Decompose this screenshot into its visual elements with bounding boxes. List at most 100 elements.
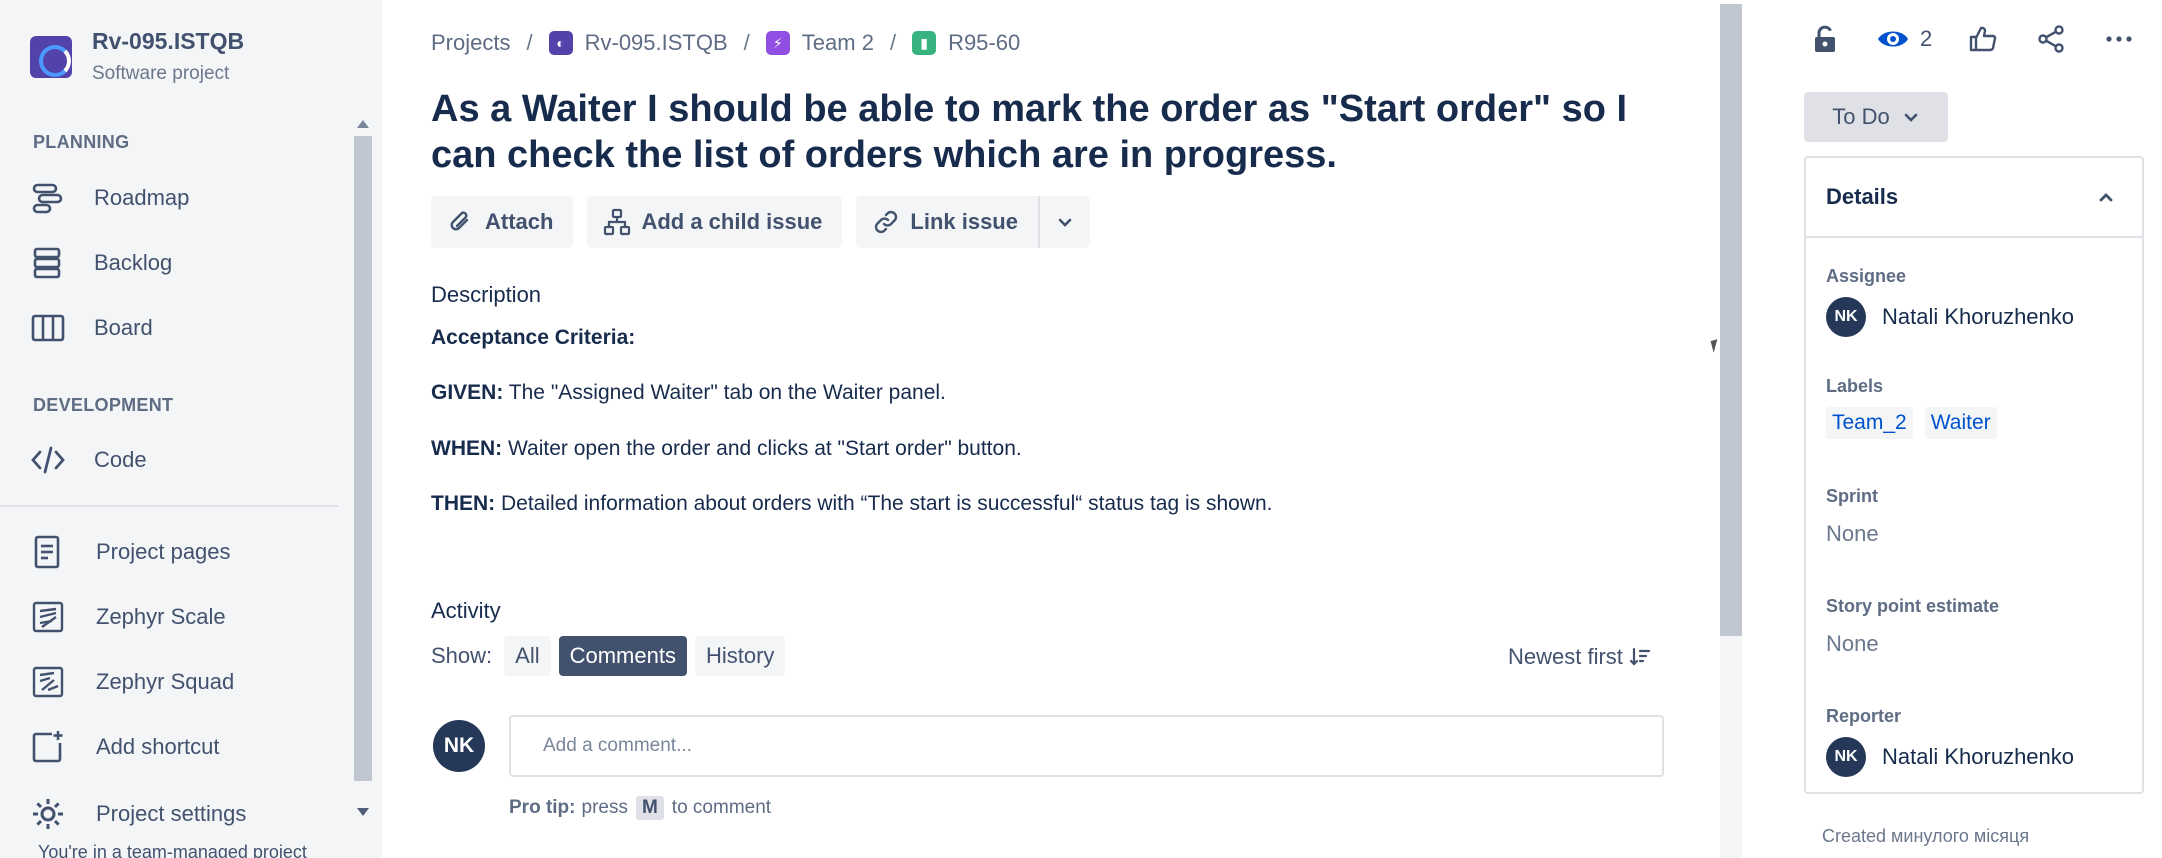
sprint-label: Sprint [1826, 486, 1878, 506]
assignee-label: Assignee [1826, 266, 1907, 286]
sprint-value: None [1826, 521, 1879, 546]
sidebar-item-project-settings[interactable]: Project settings [30, 796, 246, 832]
project-sidebar: Rv-095.ISTQB Software project PLANNING R… [0, 0, 382, 858]
description-given-line[interactable]: GIVEN: The "Assigned Waiter" tab on the … [431, 381, 946, 405]
chevron-down-icon [1058, 218, 1072, 227]
zephyr-scale-icon [32, 601, 64, 633]
sidebar-scrollbar[interactable] [352, 112, 374, 824]
sort-label: Newest first [1508, 644, 1623, 669]
status-dropdown[interactable]: To Do [1804, 92, 1948, 142]
vote-button[interactable] [1966, 22, 2000, 56]
story-icon: ▮ [912, 31, 937, 55]
attach-label: Attach [485, 209, 554, 234]
activity-heading: Activity [431, 598, 501, 623]
sidebar-item-label: Backlog [94, 250, 173, 275]
chevron-down-icon [1904, 113, 1918, 122]
created-timestamp: Created минулого місяця [1822, 826, 2030, 846]
breadcrumb-epic[interactable]: Team 2 [802, 30, 874, 56]
comment-input[interactable]: Add a comment... [509, 715, 1664, 777]
issue-title[interactable]: As a Waiter I should be able to mark the… [431, 86, 1691, 178]
project-header[interactable]: Rv-095.ISTQB Software project [30, 28, 244, 85]
child-issue-icon [604, 208, 631, 236]
sprint-field[interactable]: Sprint None [1826, 486, 1879, 547]
add-child-issue-button[interactable]: Add a child issue [587, 196, 843, 248]
sidebar-item-backlog[interactable]: Backlog [30, 245, 172, 281]
avatar: NK [433, 720, 485, 772]
link-issue-label: Link issue [910, 209, 1018, 234]
attach-button[interactable]: Attach [431, 196, 574, 248]
show-label: Show: [431, 643, 493, 668]
watch-button[interactable]: 2 [1876, 22, 1932, 56]
breadcrumb-separator: / [526, 30, 533, 55]
link-issue-button[interactable]: Link issue [856, 196, 1038, 248]
labels-field[interactable]: Labels Team_2 Waiter [1826, 376, 2009, 439]
sidebar-item-board[interactable]: Board [30, 310, 153, 346]
breadcrumb-project[interactable]: Rv-095.ISTQB [585, 30, 728, 56]
sidebar-item-label: Board [94, 315, 153, 340]
sort-order-button[interactable]: Newest first [1508, 644, 1651, 670]
scroll-down-arrow-icon[interactable] [357, 808, 369, 816]
sidebar-item-zephyr-squad[interactable]: Zephyr Squad [30, 664, 234, 700]
project-avatar-icon [30, 36, 72, 78]
filter-all-button[interactable]: All [504, 636, 551, 676]
restrictions-button[interactable] [1808, 22, 1842, 56]
pro-tip-label: Pro tip: [509, 797, 576, 818]
sidebar-item-code[interactable]: Code [30, 442, 147, 478]
sidebar-item-zephyr-scale[interactable]: Zephyr Scale [30, 599, 226, 635]
board-icon [31, 314, 65, 342]
pro-tip-press: press [581, 797, 628, 818]
add-shortcut-icon [32, 731, 63, 763]
main-scroll-thumb[interactable] [1720, 4, 1742, 636]
sidebar-scroll-thumb[interactable] [354, 136, 372, 781]
pro-tip-suffix: to comment [671, 797, 772, 818]
filter-comments-button[interactable]: Comments [558, 636, 687, 676]
breadcrumb-separator: / [889, 30, 897, 55]
watch-count: 2 [1920, 26, 1933, 51]
sidebar-item-roadmap[interactable]: Roadmap [30, 180, 189, 216]
project-type: Software project [92, 63, 230, 84]
description-acceptance-heading[interactable]: Acceptance Criteria: [431, 326, 635, 350]
chevron-up-icon [2099, 193, 2113, 202]
pro-tip: Pro tip: press M to comment [509, 796, 771, 820]
details-header[interactable]: Details [1806, 158, 2142, 238]
code-icon [31, 446, 65, 474]
activity-filter-row: Show: All Comments History [431, 636, 793, 676]
then-text: Detailed information about orders with “… [495, 492, 1273, 515]
sort-descending-icon [1629, 647, 1651, 666]
page-icon [34, 535, 60, 569]
assignee-field[interactable]: Assignee NK Natali Khoruzhenko [1826, 266, 2074, 337]
story-point-field[interactable]: Story point estimate None [1826, 596, 1999, 657]
sidebar-item-label: Project settings [96, 801, 247, 826]
sidebar-item-label: Project pages [96, 539, 231, 564]
details-card: Details Assignee NK Natali Khoruzhenko L… [1804, 156, 2144, 794]
main-scrollbar[interactable] [1720, 4, 1742, 858]
status-label: To Do [1832, 104, 1890, 129]
development-section-title: DEVELOPMENT [33, 395, 174, 415]
label-chip[interactable]: Team_2 [1826, 407, 1913, 439]
more-options-button[interactable] [2102, 22, 2136, 56]
sidebar-item-add-shortcut[interactable]: Add shortcut [30, 729, 220, 765]
acceptance-criteria-text: Acceptance Criteria: [431, 326, 636, 349]
label-chip[interactable]: Waiter [1924, 407, 1997, 439]
unlock-icon [1815, 25, 1835, 52]
filter-history-button[interactable]: History [694, 636, 786, 676]
then-label: THEN: [431, 492, 496, 515]
thumbs-up-icon [1970, 26, 1997, 52]
sidebar-item-project-pages[interactable]: Project pages [30, 534, 231, 570]
sidebar-item-label: Add shortcut [96, 734, 220, 759]
breadcrumb-issue-key[interactable]: R95-60 [948, 30, 1020, 56]
description-when-line[interactable]: WHEN: Waiter open the order and clicks a… [431, 437, 1022, 461]
scroll-up-arrow-icon[interactable] [357, 120, 369, 128]
avatar: NK [1826, 737, 1866, 777]
reporter-field[interactable]: Reporter NK Natali Khoruzhenko [1826, 706, 2074, 777]
share-button[interactable] [2034, 22, 2068, 56]
project-name: Rv-095.ISTQB [92, 28, 245, 54]
keyboard-shortcut-key: M [635, 796, 664, 820]
when-text: Waiter open the order and clicks at "Sta… [502, 437, 1022, 460]
more-actions-dropdown-button[interactable] [1037, 196, 1090, 248]
issue-main-panel: Projects / ◐ Rv-095.ISTQB / ⚡ Team 2 / ▮… [382, 0, 1742, 858]
description-then-line[interactable]: THEN: Detailed information about orders … [431, 492, 1273, 516]
zephyr-squad-icon [32, 666, 64, 698]
issue-toolbar: Attach Add a child issue Link issue [431, 196, 1104, 248]
breadcrumb-projects[interactable]: Projects [431, 30, 510, 56]
